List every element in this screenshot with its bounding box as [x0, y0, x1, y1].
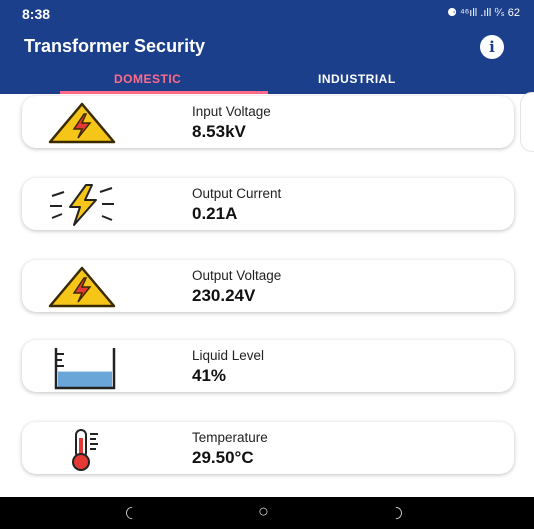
- temperature-card[interactable]: Temperature 29.50°C: [22, 422, 514, 474]
- high-voltage-warning-icon: [46, 264, 118, 310]
- clock: 8:38: [22, 6, 51, 22]
- beaker-icon: [46, 344, 118, 390]
- reading-value: 230.24V: [192, 286, 256, 305]
- reading-label: Input Voltage: [192, 104, 271, 119]
- reading-value: 41%: [192, 366, 227, 385]
- recent-apps-icon[interactable]: ◡: [123, 506, 143, 520]
- home-icon[interactable]: ○: [258, 501, 269, 522]
- input-voltage-card[interactable]: Input Voltage 8.53kV: [22, 96, 514, 148]
- thermometer-icon: [46, 426, 118, 472]
- reading-value: 29.50°C: [192, 448, 254, 467]
- app-bar: Transformer Security i: [0, 28, 534, 66]
- info-icon[interactable]: i: [480, 35, 504, 59]
- output-current-card[interactable]: Output Current 0.21A: [22, 178, 514, 230]
- output-voltage-card[interactable]: Output Voltage 230.24V: [22, 260, 514, 312]
- tab-indicator: [60, 91, 268, 94]
- next-page-card-edge: [520, 92, 534, 152]
- app-title: Transformer Security: [24, 36, 206, 56]
- status-bar: 8:38 ⚈ ⁴⁶ıll .ıll ⁰⁄ₛ 62: [0, 0, 534, 28]
- tab-domestic[interactable]: DOMESTIC: [114, 72, 181, 86]
- back-icon[interactable]: ◡: [385, 506, 405, 520]
- reading-label: Temperature: [192, 430, 268, 445]
- reading-label: Output Current: [192, 186, 282, 201]
- liquid-level-card[interactable]: Liquid Level 41%: [22, 340, 514, 392]
- reading-label: Output Voltage: [192, 268, 282, 283]
- system-nav-bar: ◡ ○ ◡: [0, 497, 534, 529]
- reading-value: 0.21A: [192, 204, 238, 223]
- tab-industrial[interactable]: INDUSTRIAL: [318, 72, 396, 86]
- lightning-bolt-icon: [46, 182, 118, 228]
- tab-bar: DOMESTIC INDUSTRIAL: [0, 66, 534, 94]
- reading-label: Liquid Level: [192, 348, 265, 363]
- system-indicators: ⚈ ⁴⁶ıll .ıll ⁰⁄ₛ 62: [447, 7, 520, 19]
- reading-value: 8.53kV: [192, 122, 246, 141]
- high-voltage-warning-icon: [46, 100, 118, 146]
